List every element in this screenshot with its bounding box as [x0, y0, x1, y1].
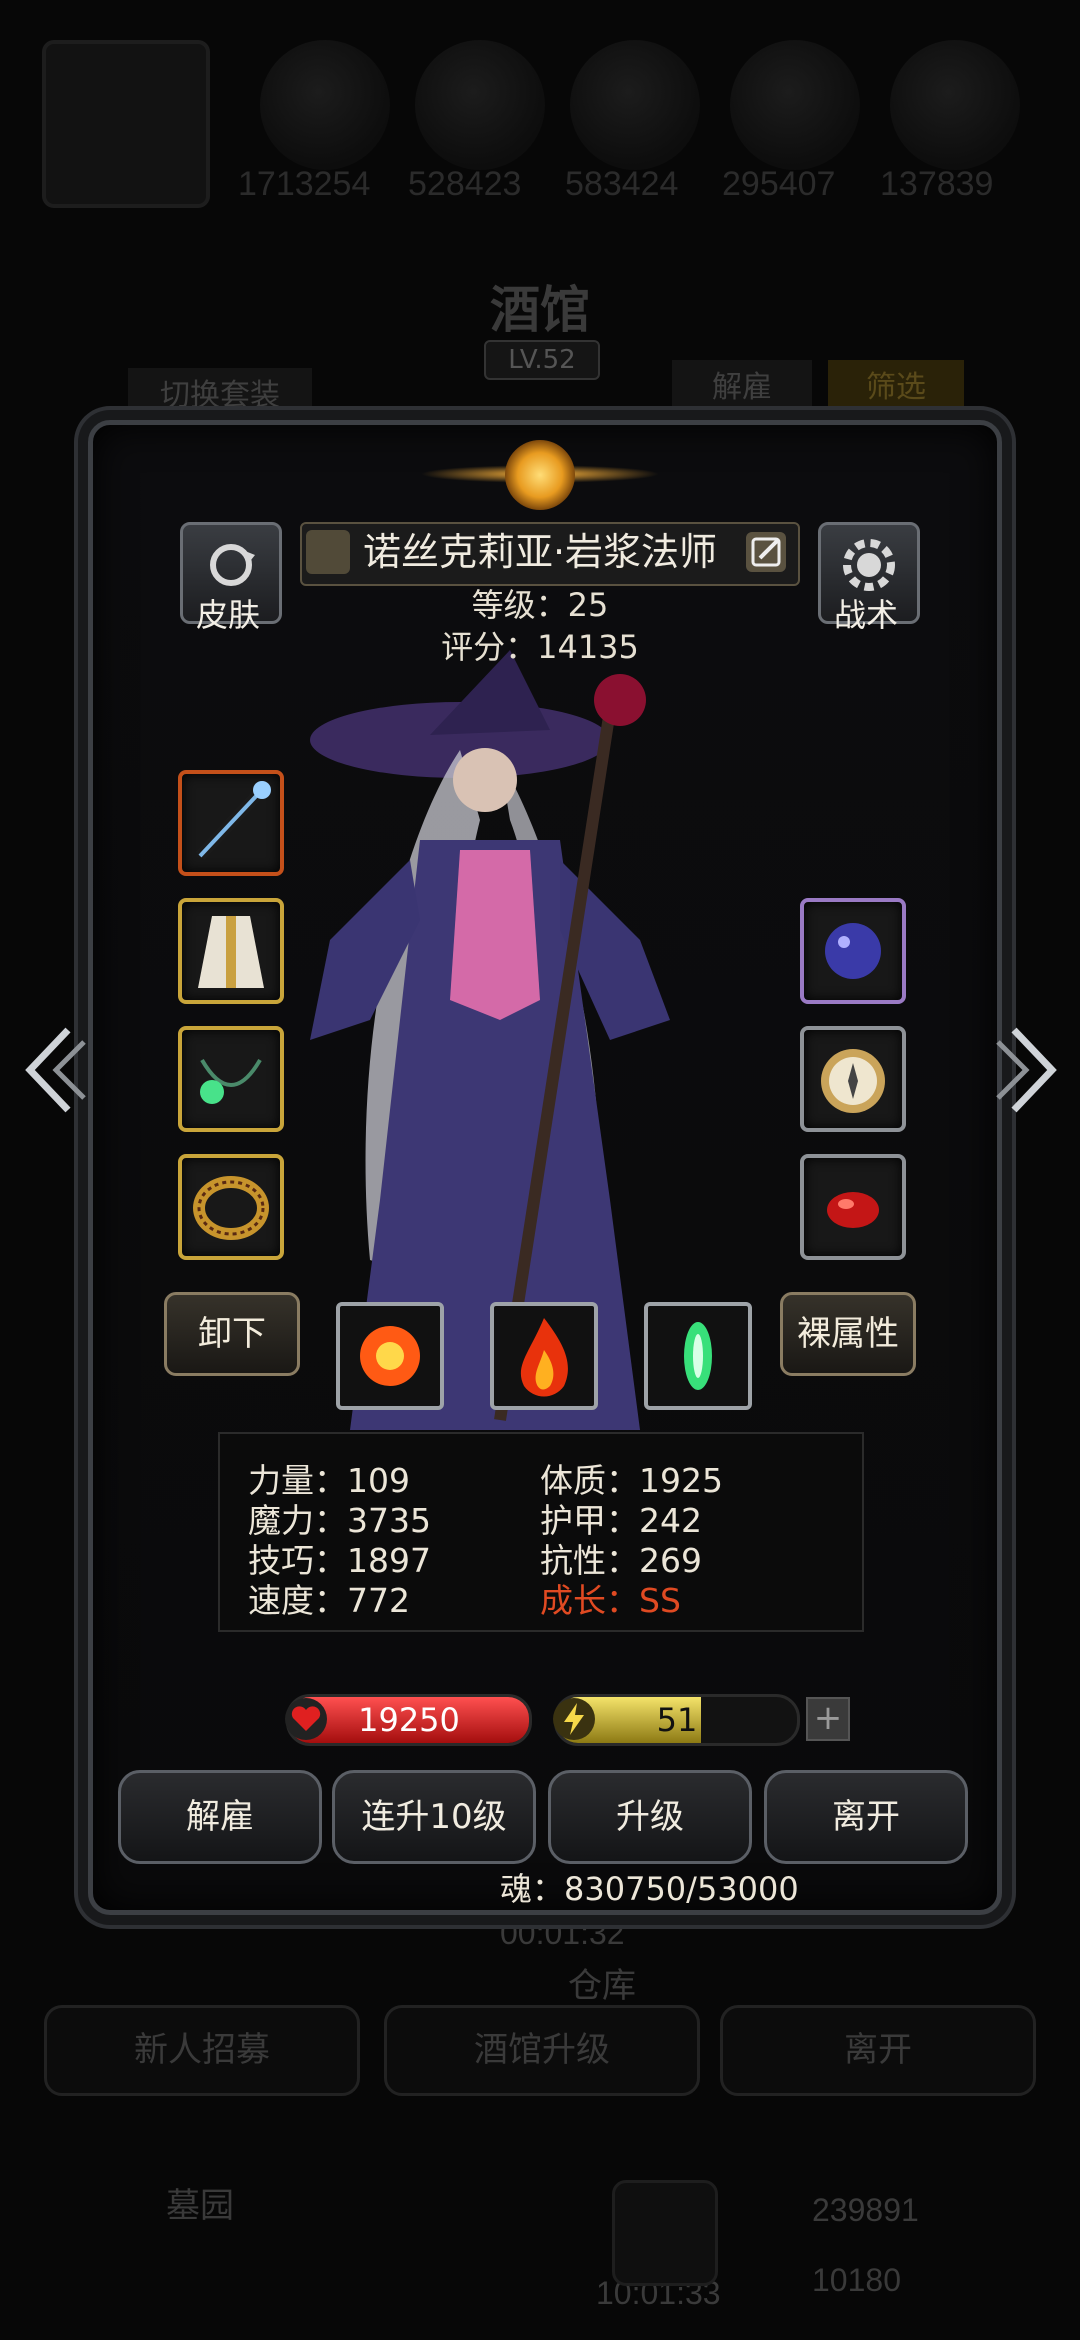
resource-count-2: 528423	[408, 165, 522, 203]
cemetery-label: 墓园	[166, 2187, 234, 2225]
gift-box-icon[interactable]	[612, 2180, 718, 2286]
armor-slot[interactable]	[178, 898, 284, 1004]
add-energy-button[interactable]: +	[806, 1697, 850, 1741]
fire-burst-icon	[360, 1326, 420, 1386]
skin-label: 皮肤	[195, 596, 260, 634]
hero-level: 等级：25	[471, 586, 609, 624]
compass-icon	[821, 1049, 885, 1113]
stat-speed: 速度：772	[248, 1581, 410, 1620]
tavern-title: 酒馆	[490, 280, 590, 339]
edit-name-icon[interactable]	[744, 530, 788, 574]
amulet-icon	[200, 1058, 262, 1104]
tavern-level: LV.52	[484, 340, 600, 380]
recruit-button[interactable]: 新人招募	[44, 2005, 360, 2096]
bottom-resource-2: 10180	[812, 2262, 901, 2298]
resource-count-1: 1713254	[238, 165, 371, 203]
previous-hero-arrow-icon[interactable]	[18, 1020, 88, 1120]
dismiss-hero-button[interactable]: 解雇	[118, 1770, 322, 1864]
gem-slot[interactable]	[800, 898, 906, 1004]
switch-outfit-tab[interactable]: 切换套装	[128, 368, 312, 424]
ring-slot[interactable]	[178, 1154, 284, 1260]
resource-count-4: 295407	[722, 165, 836, 203]
resource-slot-2	[415, 40, 545, 170]
level-up-button[interactable]: 升级	[548, 1770, 752, 1864]
level-up-10-button[interactable]: 连升10级	[332, 1770, 536, 1864]
trinket-slot[interactable]	[800, 1026, 906, 1132]
resource-count-5: 137839	[880, 165, 994, 203]
heart-icon	[285, 1698, 327, 1740]
resource-slot-3	[570, 40, 700, 170]
bottom-resource-1: 239891	[812, 2192, 919, 2228]
sun-sigil-icon	[505, 440, 575, 510]
resource-count-3: 583424	[565, 165, 679, 203]
unequip-button[interactable]: 卸下	[164, 1292, 300, 1376]
next-hero-arrow-icon[interactable]	[994, 1020, 1064, 1120]
ring-icon	[193, 1176, 269, 1240]
resource-slot-4	[730, 40, 860, 170]
tavern-leave-button[interactable]: 离开	[720, 2005, 1036, 2096]
dismiss-tab[interactable]: 解雇	[672, 360, 812, 416]
stone-slot[interactable]	[800, 1154, 906, 1260]
purple-gem-icon	[825, 923, 881, 979]
tavern-timer: 00:01:32	[500, 1915, 625, 1951]
hero-name: 诺丝克莉亚·岩浆法师	[362, 530, 718, 574]
filter-tab[interactable]: 筛选	[828, 360, 964, 416]
storage-label: 仓库	[568, 1967, 636, 2005]
staff-icon	[195, 781, 271, 861]
skill-slot-2[interactable]	[490, 1302, 598, 1410]
resource-slot-1	[260, 40, 390, 170]
red-stone-icon	[827, 1192, 879, 1228]
resource-slot-5	[890, 40, 1020, 170]
skill-slot-3[interactable]	[644, 1302, 752, 1410]
soul-counter: 魂：830750/53000	[500, 1870, 799, 1908]
tavern-upgrade-button[interactable]: 酒馆升级	[384, 2005, 700, 2096]
green-crystal-icon	[684, 1322, 712, 1390]
player-avatar	[42, 40, 210, 208]
necklace-slot[interactable]	[178, 1026, 284, 1132]
robe-icon	[198, 916, 264, 988]
tactics-label: 战术	[833, 596, 898, 634]
hero-score: 评分：14135	[441, 628, 639, 666]
leave-button[interactable]: 离开	[764, 1770, 968, 1864]
lightning-icon	[553, 1698, 595, 1740]
stat-growth: 成长：SS	[540, 1581, 681, 1620]
naked-attributes-button[interactable]: 裸属性	[780, 1292, 916, 1376]
weapon-slot[interactable]	[178, 770, 284, 876]
skill-slot-1[interactable]	[336, 1302, 444, 1410]
flame-icon	[520, 1318, 568, 1397]
